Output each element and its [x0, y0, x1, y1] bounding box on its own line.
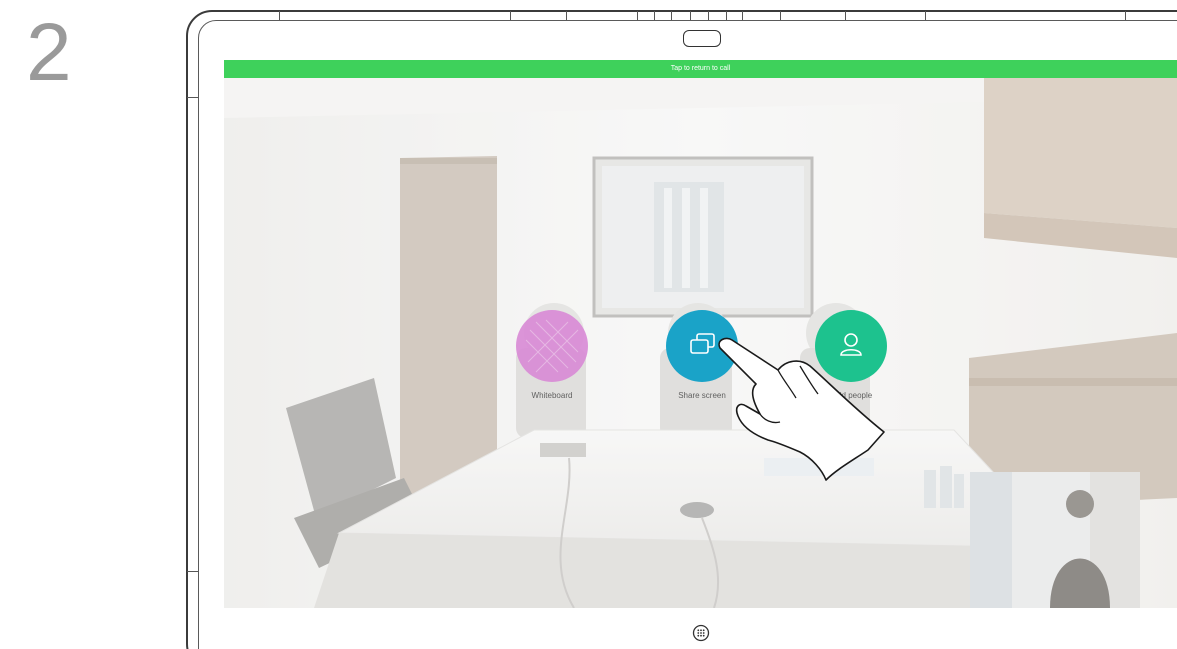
bezel-tick [726, 11, 727, 20]
bezel-tick [187, 97, 198, 98]
whiteboard-label: Whiteboard [531, 391, 573, 400]
share-screen-icon [690, 333, 715, 354]
bezel-tick [925, 11, 926, 20]
add-people-button[interactable] [815, 310, 887, 382]
bezel-tick [690, 11, 691, 20]
bezel-tick [780, 11, 781, 20]
camera-pill-icon [683, 30, 721, 47]
step-number: 2 [26, 7, 72, 98]
bezel-tick [279, 11, 280, 20]
tutorial-frame: 2 Tap to return to call Whiteboard Share… [0, 0, 1177, 649]
bezel-tick [1125, 11, 1126, 20]
whiteboard-button[interactable] [516, 310, 588, 382]
share-screen-label: Share screen [678, 391, 726, 400]
device-screen: Tap to return to call Whiteboard Share s… [224, 60, 1177, 608]
return-to-call-bar[interactable]: Tap to return to call [224, 60, 1177, 78]
bezel-tick [510, 11, 511, 20]
share-screen-button[interactable] [666, 310, 738, 382]
self-view-thumbnail[interactable] [970, 472, 1140, 608]
self-view-image [970, 472, 1140, 608]
whiteboard-icon [525, 319, 579, 373]
person-icon [840, 333, 862, 356]
home-grid-icon[interactable] [692, 624, 710, 642]
bezel-tick [187, 571, 198, 572]
bezel-tick [566, 11, 567, 20]
bezel-tick [742, 11, 743, 20]
bezel-tick [845, 11, 846, 20]
add-people-label: Add people [831, 391, 873, 400]
bezel-tick [637, 11, 638, 20]
bezel-tick [654, 11, 655, 20]
bezel-tick [671, 11, 672, 20]
bezel-tick [708, 11, 709, 20]
